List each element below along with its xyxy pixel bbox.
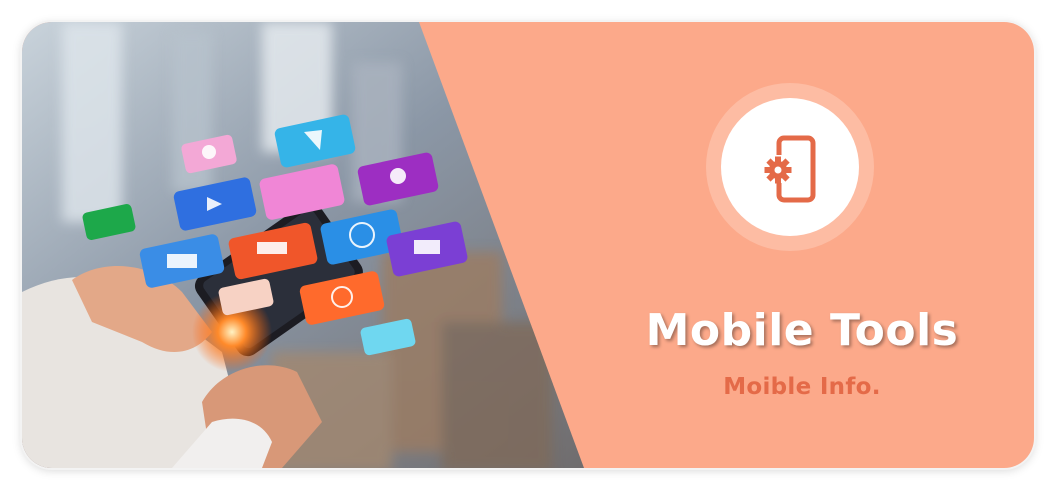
- hero-photo: [22, 22, 584, 468]
- mobile-tools-card[interactable]: Mobile Tools Moible Info.: [22, 22, 1034, 468]
- mobile-settings-icon: [764, 135, 816, 203]
- card-title: Mobile Tools: [645, 305, 959, 356]
- card-subtitle: Moible Info.: [723, 374, 881, 400]
- icon-badge: [706, 83, 874, 251]
- icon-disc: [721, 98, 859, 236]
